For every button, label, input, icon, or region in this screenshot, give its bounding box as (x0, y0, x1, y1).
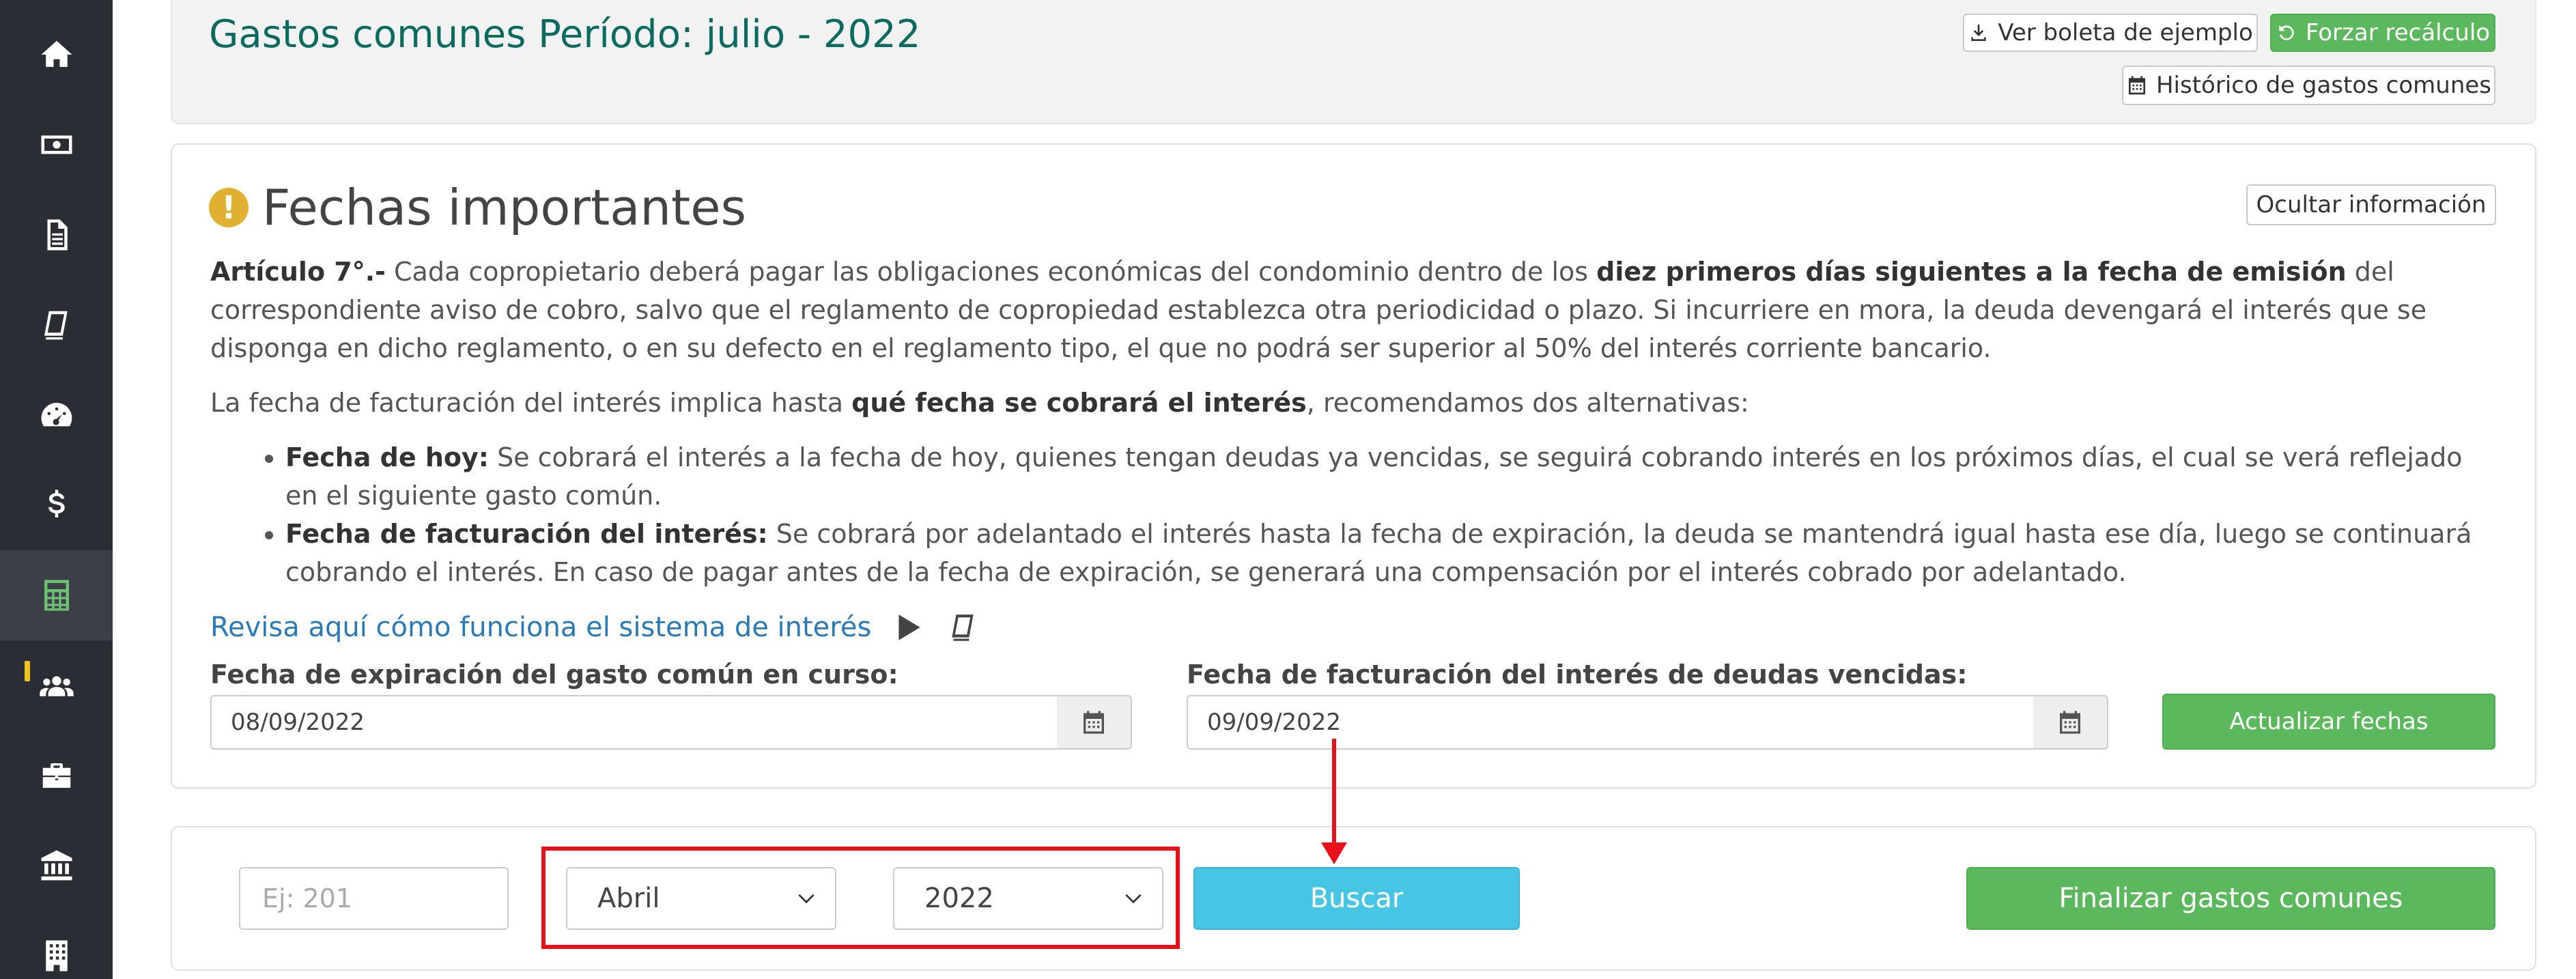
force-recalc-button[interactable]: Forzar recálculo (2270, 14, 2495, 52)
billing-text-2: , recomendamos dos alternativas: (1306, 388, 1749, 418)
calendar-icon (2128, 76, 2145, 95)
calendar-icon (1084, 711, 1104, 734)
document-icon (47, 219, 68, 251)
dollar-icon (48, 490, 65, 517)
alternatives-list: Fecha de hoy: Se cobrará el interés a la… (259, 438, 2492, 591)
update-dates-button[interactable]: Actualizar fechas (2162, 694, 2495, 750)
list-item: Fecha de hoy: Se cobrará el interés a la… (285, 438, 2492, 515)
play-icon[interactable] (892, 610, 926, 644)
billing-paragraph: La fecha de facturación del interés impl… (210, 384, 2491, 422)
sidebar (0, 0, 113, 979)
sidebar-item-book[interactable] (0, 280, 113, 370)
sidebar-item-bank[interactable] (0, 821, 113, 911)
annotation-highlight-box (541, 847, 1180, 949)
book-icon (44, 311, 68, 340)
expiration-calendar-button[interactable] (1057, 695, 1132, 750)
interest-help-link[interactable]: Revisa aquí cómo funciona el sistema de … (210, 612, 871, 643)
bullet1-bold: Fecha de hoy: (285, 442, 489, 472)
hide-info-button[interactable]: Ocultar información (2246, 184, 2496, 225)
annotation-arrow-line (1332, 739, 1336, 848)
briefcase-icon (42, 763, 70, 788)
important-dates-title: ! Fechas importantes (209, 179, 746, 236)
page-title: Gastos comunes Período: julio - 2022 (209, 12, 921, 57)
book-icon[interactable] (946, 610, 980, 644)
article-prefix: Artículo 7°.- (210, 257, 386, 287)
article-paragraph: Artículo 7°.- Cada copropietario deberá … (210, 253, 2491, 367)
view-sample-receipt-label: Ver boleta de ejemplo (1998, 19, 2253, 46)
billing-text-1: La fecha de facturación del interés impl… (210, 388, 852, 418)
important-dates-title-text: Fechas importantes (262, 179, 747, 236)
sidebar-item-payments[interactable] (0, 460, 113, 550)
dashboard-icon (41, 403, 72, 427)
billing-calendar-button[interactable] (2033, 695, 2108, 750)
users-icon (39, 676, 74, 696)
bullet2-bold: Fecha de facturación del interés: (285, 519, 768, 549)
sidebar-item-building[interactable] (0, 911, 113, 979)
sidebar-item-dashboard[interactable] (0, 370, 113, 460)
list-item: Fecha de facturación del interés: Se cob… (285, 515, 2492, 591)
home-icon (41, 40, 72, 67)
sidebar-item-calculator[interactable] (0, 550, 113, 640)
finalize-expenses-button[interactable]: Finalizar gastos comunes (1966, 867, 2495, 930)
annotation-arrow-head (1321, 842, 1347, 864)
article-text-1: Cada copropietario deberá pagar las obli… (385, 257, 1597, 287)
bank-icon (41, 850, 72, 881)
sidebar-item-home[interactable] (0, 10, 113, 100)
billing-bold: qué fecha se cobrará el interés (851, 388, 1307, 418)
billing-date-input[interactable]: 09/09/2022 (1187, 695, 2035, 750)
exclamation-icon: ! (209, 188, 249, 227)
update-dates-label: Actualizar fechas (2229, 708, 2429, 735)
interest-help-row: Revisa aquí cómo funciona el sistema de … (210, 610, 980, 644)
bullet1-text: Se cobrará el interés a la fecha de hoy,… (285, 442, 2463, 511)
calculator-icon (44, 580, 69, 611)
expiration-label: Fecha de expiración del gasto común en c… (210, 659, 898, 690)
history-label: Histórico de gastos comunes (2155, 72, 2492, 99)
finalize-expenses-label: Finalizar gastos comunes (2058, 883, 2403, 914)
sidebar-item-documents[interactable] (0, 190, 113, 280)
sidebar-item-users[interactable] (0, 640, 113, 730)
expiration-date-input[interactable]: 08/09/2022 (210, 695, 1058, 750)
search-button-label: Buscar (1310, 883, 1404, 914)
history-button[interactable]: Histórico de gastos comunes (2122, 66, 2495, 105)
view-sample-receipt-button[interactable]: Ver boleta de ejemplo (1963, 14, 2258, 52)
article-bold: diez primeros días siguientes a la fecha… (1596, 257, 2347, 287)
refresh-icon (2279, 25, 2294, 40)
download-icon (1971, 25, 1986, 41)
money-icon (41, 135, 72, 154)
alert-badge (25, 661, 30, 681)
sidebar-item-briefcase[interactable] (0, 730, 113, 821)
calendar-icon (2060, 711, 2080, 734)
unit-search-input[interactable]: Ej: 201 (239, 867, 509, 930)
sidebar-item-money[interactable] (0, 100, 113, 190)
hide-info-label: Ocultar información (2256, 191, 2487, 218)
force-recalc-label: Forzar recálculo (2305, 19, 2491, 46)
building-icon (45, 940, 68, 971)
billing-date-label: Fecha de facturación del interés de deud… (1187, 659, 1968, 690)
search-button[interactable]: Buscar (1193, 867, 1520, 930)
